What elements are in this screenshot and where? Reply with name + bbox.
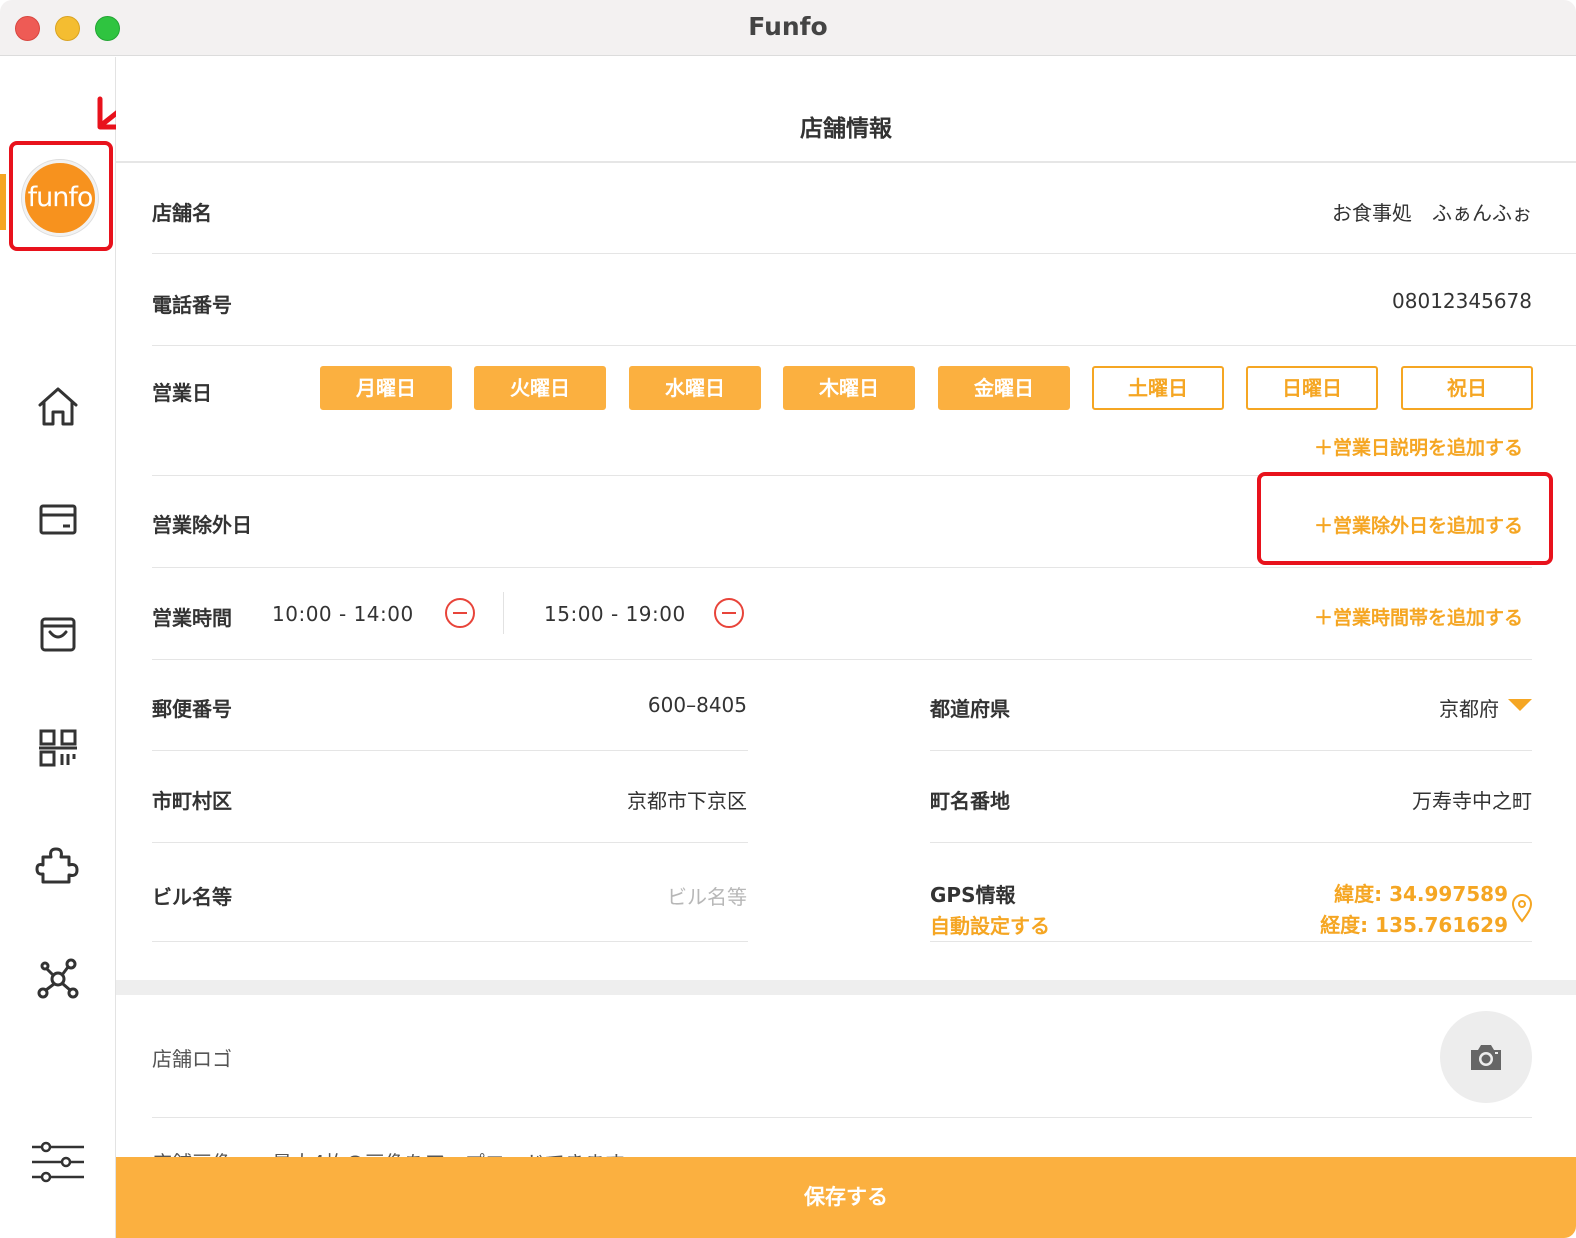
divider xyxy=(152,345,1576,346)
page-title: 店舗情報 xyxy=(800,116,892,142)
town-label: 町名番地 xyxy=(930,789,1010,813)
day-button-tue[interactable]: 火曜日 xyxy=(474,366,606,410)
home-icon[interactable] xyxy=(33,381,83,431)
day-button-holiday[interactable]: 祝日 xyxy=(1401,366,1533,410)
divider xyxy=(930,842,1532,843)
day-button-wed[interactable]: 水曜日 xyxy=(629,366,761,410)
time-slot-2[interactable]: 15:00 - 19:00 xyxy=(544,602,686,626)
gps-longitude: 経度: 135.761629 xyxy=(1320,913,1508,937)
day-button-thu[interactable]: 木曜日 xyxy=(783,366,915,410)
divider xyxy=(503,592,504,634)
add-time-slot-link[interactable]: ＋営業時間帯を追加する xyxy=(1314,603,1523,630)
divider xyxy=(152,941,748,942)
annotation-highlight-logo xyxy=(9,141,113,251)
gps-latitude: 緯度: 34.997589 xyxy=(1334,882,1508,906)
divider xyxy=(152,659,1532,660)
card-icon[interactable] xyxy=(33,495,83,545)
building-label: ビル名等 xyxy=(152,885,232,909)
divider xyxy=(152,253,1576,254)
postal-code-field[interactable]: 600–8405 xyxy=(648,693,747,717)
time-slot-1[interactable]: 10:00 - 14:00 xyxy=(272,602,414,626)
day-button-sat[interactable]: 土曜日 xyxy=(1092,366,1224,410)
network-icon[interactable] xyxy=(33,953,83,1003)
section-separator xyxy=(116,980,1576,995)
add-business-day-description-link[interactable]: ＋営業日説明を追加する xyxy=(1314,433,1523,460)
upload-logo-button[interactable] xyxy=(1440,1011,1532,1103)
main-panel: 店舗情報 店舗名 お食事処 ふぁんふぉ 電話番号 08012345678 営業日… xyxy=(116,57,1576,1238)
store-logo-label: 店舗ロゴ xyxy=(152,1047,232,1071)
divider xyxy=(930,750,1532,751)
bag-icon[interactable] xyxy=(33,609,83,659)
camera-icon xyxy=(1471,1045,1501,1070)
gps-auto-set-link[interactable]: 自動設定する xyxy=(930,910,1050,939)
town-field[interactable]: 万寿寺中之町 xyxy=(1412,785,1532,814)
settings-sliders-icon[interactable] xyxy=(30,1137,86,1187)
divider xyxy=(152,750,748,751)
day-button-fri[interactable]: 金曜日 xyxy=(938,366,1070,410)
sidebar: funfo xyxy=(0,57,165,1238)
puzzle-icon[interactable] xyxy=(33,839,83,889)
business-days-label: 営業日 xyxy=(152,381,212,405)
app-window: Funfo funfo 店舗情報 店舗名 お食事処 ふぁんふぉ 電話番号 080… xyxy=(0,0,1576,1238)
window-title: Funfo xyxy=(748,12,828,41)
divider xyxy=(152,567,1532,568)
postal-code-label: 郵便番号 xyxy=(152,697,232,721)
save-button[interactable]: 保存する xyxy=(116,1157,1576,1238)
remove-time-slot-1-icon[interactable] xyxy=(445,598,475,628)
qr-code-icon[interactable] xyxy=(33,723,83,773)
business-hours-label: 営業時間 xyxy=(152,606,232,630)
city-label: 市町村区 xyxy=(152,789,232,813)
day-button-sun[interactable]: 日曜日 xyxy=(1246,366,1378,410)
store-name-field[interactable]: お食事処 ふぁんふぉ xyxy=(1332,197,1532,226)
active-indicator xyxy=(0,174,6,230)
remove-time-slot-2-icon[interactable] xyxy=(714,598,744,628)
annotation-highlight-excluded-day xyxy=(1257,472,1553,565)
divider xyxy=(116,161,1576,163)
map-pin-icon[interactable] xyxy=(1510,893,1534,923)
prefecture-select[interactable]: 京都府 xyxy=(1439,693,1499,722)
divider xyxy=(152,842,748,843)
divider xyxy=(930,941,1532,942)
excluded-days-label: 営業除外日 xyxy=(152,513,252,537)
prefecture-label: 都道府県 xyxy=(930,697,1010,721)
divider xyxy=(152,1117,1532,1118)
title-bar: Funfo xyxy=(0,0,1576,56)
gps-label: GPS情報 xyxy=(930,883,1016,907)
day-button-mon[interactable]: 月曜日 xyxy=(320,366,452,410)
city-field[interactable]: 京都市下京区 xyxy=(627,785,747,814)
phone-field[interactable]: 08012345678 xyxy=(1392,289,1532,313)
building-input[interactable]: ビル名等 xyxy=(667,881,747,910)
store-name-label: 店舗名 xyxy=(152,201,212,225)
chevron-down-icon[interactable] xyxy=(1508,699,1532,711)
phone-label: 電話番号 xyxy=(152,293,232,317)
